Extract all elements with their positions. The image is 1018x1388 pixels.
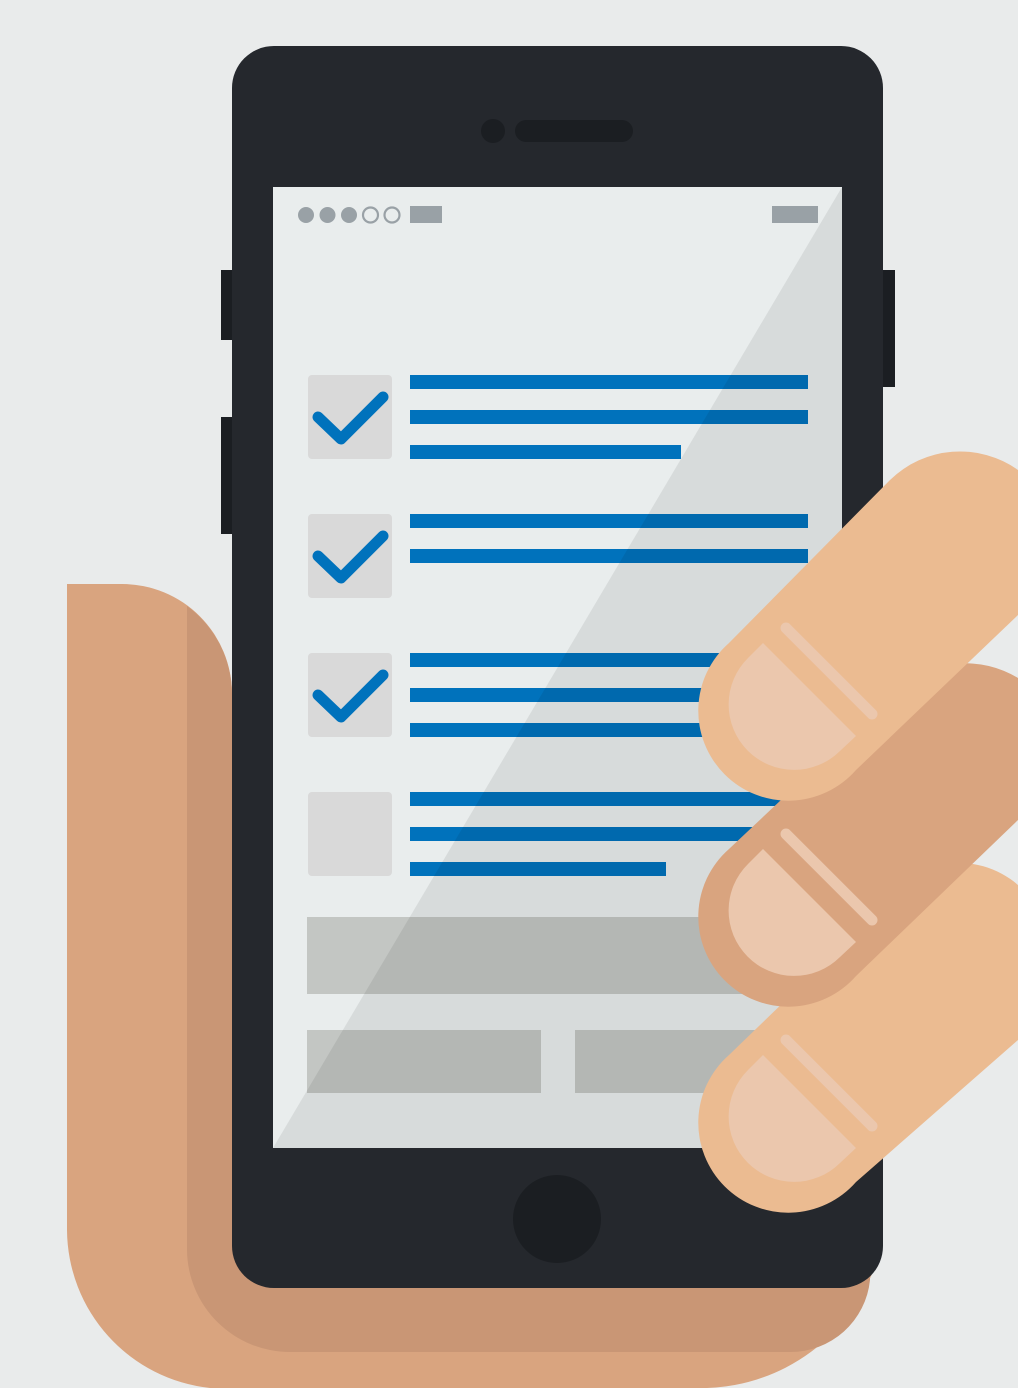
illustration: [67, 46, 1018, 1388]
signal-dot-filled: [341, 207, 357, 223]
signal-dot-filled: [298, 207, 314, 223]
earpiece-speaker: [515, 120, 633, 142]
signal-dot-filled: [319, 207, 336, 223]
front-camera-icon: [481, 119, 505, 143]
battery-icon: [772, 206, 818, 223]
text-line: [410, 445, 681, 459]
home-button-icon[interactable]: [513, 1175, 601, 1263]
carrier-indicator: [410, 206, 442, 223]
checkbox-unchecked[interactable]: [308, 792, 392, 876]
